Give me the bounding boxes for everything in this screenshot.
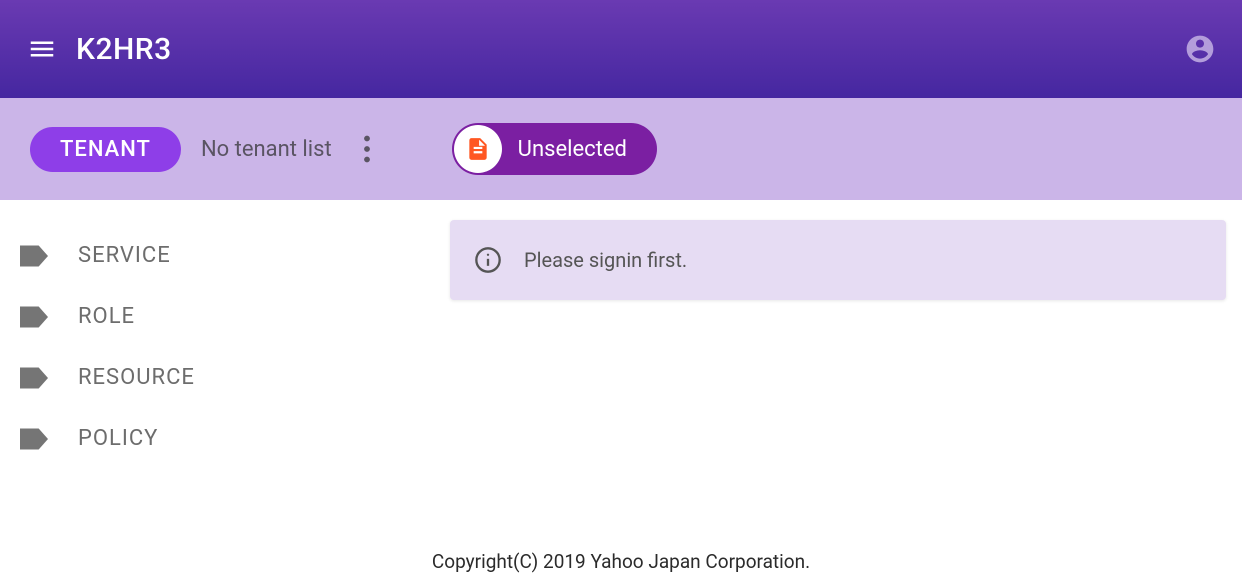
info-message: Please signin first. [524, 248, 687, 272]
info-card: Please signin first. [450, 220, 1226, 300]
unselected-label: Unselected [518, 137, 627, 162]
label-icon [20, 428, 48, 450]
info-icon [474, 246, 502, 274]
sidebar-item-policy[interactable]: POLICY [0, 408, 450, 469]
label-icon [20, 306, 48, 328]
sidebar-item-label: ROLE [78, 304, 135, 329]
app-header: K2HR3 [0, 0, 1242, 98]
sidebar-item-label: RESOURCE [78, 365, 195, 390]
tenant-status: No tenant list [201, 137, 332, 162]
unselected-chip[interactable]: Unselected [452, 123, 657, 175]
main-area: SERVICE ROLE RESOURCE POLICY Please si [0, 200, 1242, 536]
tenant-chip[interactable]: TENANT [30, 127, 181, 172]
footer: Copyright(C) 2019 Yahoo Japan Corporatio… [0, 536, 1242, 586]
more-vert-icon[interactable] [352, 129, 382, 169]
account-icon[interactable] [1182, 31, 1218, 67]
app-title: K2HR3 [76, 32, 172, 67]
sidebar-item-role[interactable]: ROLE [0, 286, 450, 347]
menu-icon[interactable] [24, 31, 60, 67]
copyright-text: Copyright(C) 2019 Yahoo Japan Corporatio… [432, 550, 810, 573]
content-area: Please signin first. [450, 200, 1242, 536]
sidebar-item-label: POLICY [78, 426, 158, 451]
sidebar-item-service[interactable]: SERVICE [0, 225, 450, 286]
sidebar-item-resource[interactable]: RESOURCE [0, 347, 450, 408]
header-left: K2HR3 [24, 31, 172, 67]
toolbar: TENANT No tenant list Unselected [0, 98, 1242, 200]
document-icon [454, 125, 502, 173]
label-icon [20, 367, 48, 389]
sidebar-item-label: SERVICE [78, 243, 171, 268]
label-icon [20, 245, 48, 267]
sidebar: SERVICE ROLE RESOURCE POLICY [0, 200, 450, 536]
